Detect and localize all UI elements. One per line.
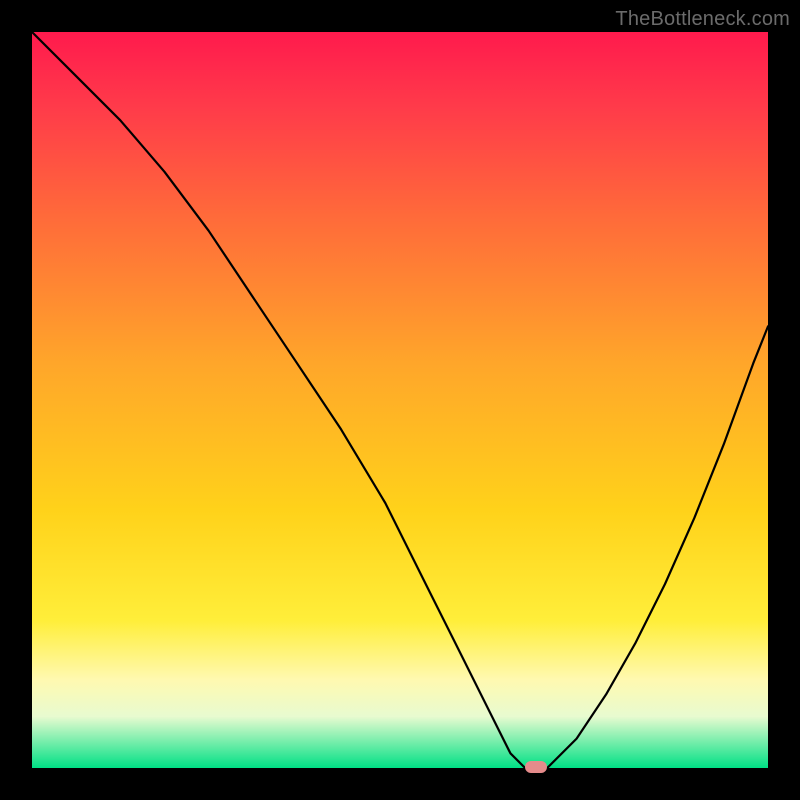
plot-area bbox=[32, 32, 768, 768]
watermark-text: TheBottleneck.com bbox=[615, 8, 790, 31]
optimal-point-marker bbox=[525, 761, 547, 773]
chart-frame: TheBottleneck.com bbox=[0, 0, 800, 800]
